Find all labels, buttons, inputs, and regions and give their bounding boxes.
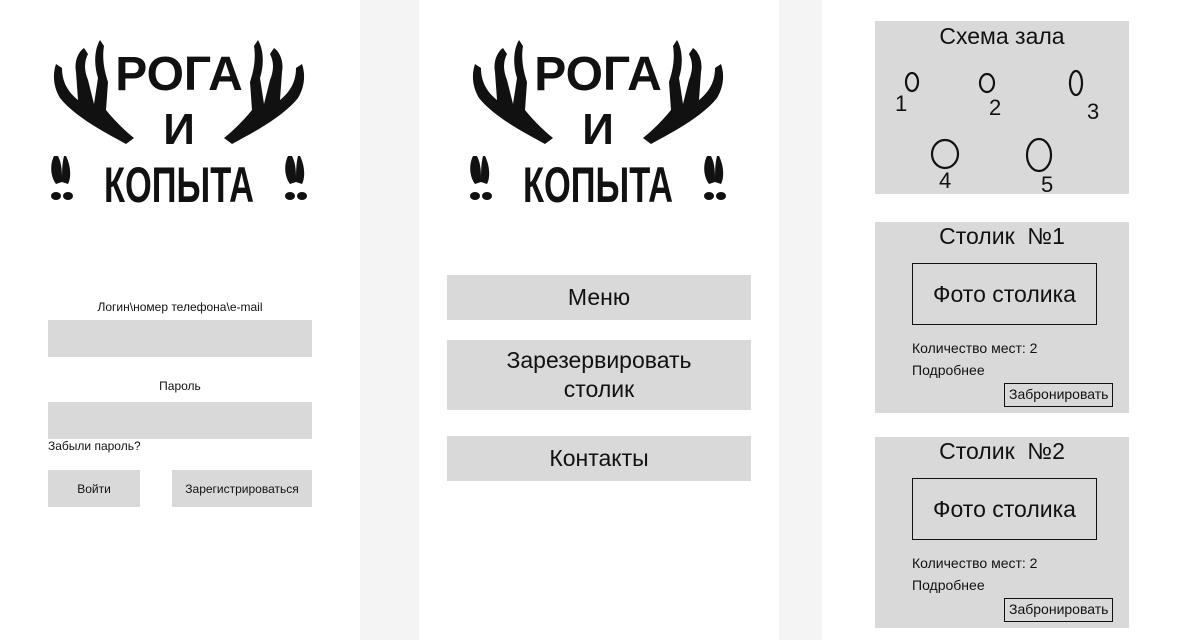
main-menu-screen: РОГА И КОПЫТА Меню Зарезервировать столи… xyxy=(419,0,779,640)
hall-map: 1 2 3 4 5 xyxy=(895,69,1099,194)
login-screen: РОГА И КОПЫТА Логин\номер телефона\e-mai… xyxy=(0,0,360,640)
logo-line2: И xyxy=(582,105,614,154)
password-input[interactable] xyxy=(48,402,312,439)
table-card: Столик №1 Фото столика Количество мест: … xyxy=(875,222,1129,413)
hall-table-2[interactable] xyxy=(978,72,996,94)
hall-table-5[interactable] xyxy=(1025,137,1053,173)
password-label: Пароль xyxy=(159,379,201,393)
hall-table-2-number: 2 xyxy=(989,95,1001,120)
menu-button[interactable]: Меню xyxy=(447,275,751,320)
logo-line3: КОПЫТА xyxy=(104,157,254,211)
logo-line3: КОПЫТА xyxy=(523,157,673,211)
restaurant-logo: РОГА И КОПЫТА xyxy=(48,26,310,211)
table-card-title: Столик №1 xyxy=(939,223,1065,249)
book-table-button[interactable]: Забронировать xyxy=(1004,383,1114,407)
table-photo: Фото столика xyxy=(912,263,1097,325)
login-button[interactable]: Войти xyxy=(48,470,140,507)
table-card: Столик №2 Фото столика Количество мест: … xyxy=(875,437,1129,628)
hall-table-4[interactable] xyxy=(930,138,960,170)
hall-table-3-number: 3 xyxy=(1087,99,1099,124)
hall-table-1-number: 1 xyxy=(895,91,907,116)
tables-screen: Схема зала 1 2 3 4 5 Столик №1 Фото стол… xyxy=(822,0,1182,640)
book-table-button[interactable]: Забронировать xyxy=(1004,598,1114,622)
restaurant-logo: РОГА И КОПЫТА xyxy=(467,26,729,211)
logo-line1: РОГА xyxy=(115,48,243,101)
table-details-link[interactable]: Подробнее xyxy=(912,362,985,378)
table-details-link[interactable]: Подробнее xyxy=(912,577,985,593)
hall-table-3[interactable] xyxy=(1068,69,1084,97)
login-label: Логин\номер телефона\e-mail xyxy=(97,300,263,314)
table-photo: Фото столика xyxy=(912,478,1097,540)
hall-scheme: Схема зала 1 2 3 4 5 xyxy=(875,21,1129,194)
hall-table-5-number: 5 xyxy=(1041,172,1053,194)
logo-line2: И xyxy=(163,105,195,154)
register-button[interactable]: Зарегистрироваться xyxy=(172,470,312,507)
logo-line1: РОГА xyxy=(534,48,662,101)
reserve-table-button[interactable]: Зарезервировать столик xyxy=(447,340,751,410)
forgot-password-link[interactable]: Забыли пароль? xyxy=(48,439,141,453)
table-card-title: Столик №2 xyxy=(939,438,1065,464)
hall-table-4-number: 4 xyxy=(939,168,951,193)
table-seats: Количество мест: 2 xyxy=(912,340,1038,356)
hall-table-1[interactable] xyxy=(904,71,920,93)
table-seats: Количество мест: 2 xyxy=(912,555,1038,571)
login-input[interactable] xyxy=(48,320,312,357)
contacts-button[interactable]: Контакты xyxy=(447,436,751,481)
